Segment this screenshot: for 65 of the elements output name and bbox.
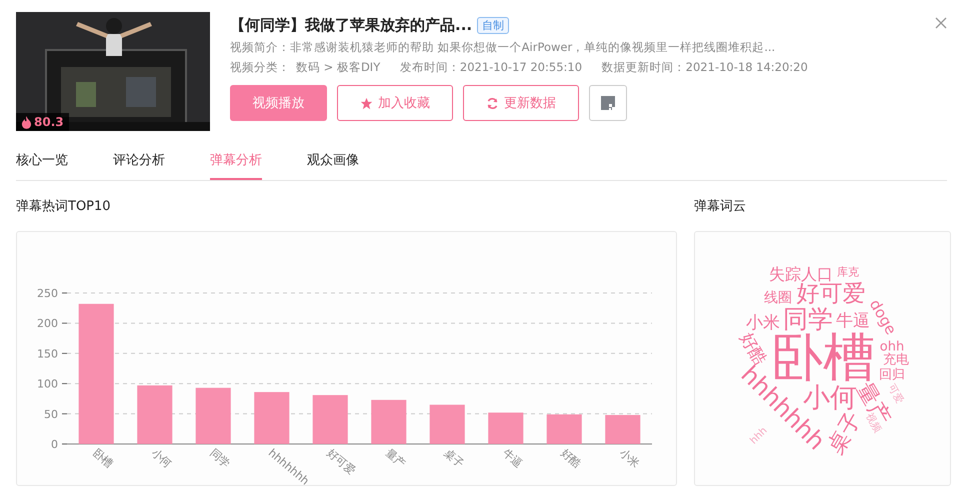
publish-label: 发布时间： — [400, 60, 460, 74]
bar — [371, 400, 406, 444]
cloud-word: 线圈 — [764, 290, 792, 306]
intro-label: 视频简介： — [230, 40, 290, 54]
tab[interactable]: 观众画像 — [307, 151, 359, 180]
cloud-word: 库克 — [837, 266, 859, 278]
original-tag: 自制 — [477, 17, 510, 34]
bar — [430, 404, 465, 444]
play-button[interactable]: 视频播放 — [230, 85, 327, 121]
x-tick-label: 好酷 — [558, 446, 584, 470]
flame-icon — [21, 116, 32, 128]
y-tick-label: 250 — [37, 287, 58, 300]
y-tick-label: 50 — [44, 408, 58, 421]
bar — [605, 415, 640, 444]
bar — [312, 395, 348, 444]
bar — [254, 392, 290, 444]
y-tick — [62, 292, 68, 294]
heat-score: 80.3 — [34, 115, 64, 129]
cloud-word: 好可爱 — [796, 281, 866, 307]
x-tick-label: 牛逼 — [500, 446, 526, 470]
bar — [488, 412, 524, 444]
category-label: 视频分类： — [230, 60, 290, 74]
tab[interactable]: 弹幕分析 — [210, 151, 262, 180]
close-icon[interactable] — [935, 17, 947, 29]
tab[interactable]: 评论分析 — [113, 151, 165, 180]
qr-code-button[interactable] — [589, 85, 627, 121]
y-tick-label: 100 — [37, 378, 58, 391]
bar — [137, 385, 172, 444]
video-intro: 非常感谢装机猿老师的帮助 如果你想做一个AirPower，单纯的像视频里一样把线圈堆积起... — [290, 40, 776, 54]
x-tick-label: 量产 — [382, 446, 408, 470]
x-tick-label: 小米 — [616, 446, 642, 470]
cloud-word: ohh — [880, 340, 904, 354]
tab[interactable]: 核心一览 — [16, 151, 68, 180]
update-time: 2021-10-18 14:20:20 — [686, 60, 808, 74]
cloud-word: 牛逼 — [836, 311, 870, 331]
x-tick-label: 小何 — [148, 446, 174, 470]
y-tick — [62, 413, 68, 414]
cloud-word: 回归 — [879, 368, 905, 382]
cloud-word: 小米 — [746, 313, 780, 333]
bar — [546, 414, 582, 444]
publish-time: 2021-10-17 20:55:10 — [460, 60, 582, 74]
cloud-word: 可爱 — [885, 382, 905, 406]
y-tick-label: 0 — [51, 438, 58, 451]
section-title: 弹幕词云 — [694, 198, 747, 215]
category-value: 数码 > 极客DIY — [296, 60, 380, 74]
y-tick-label: 200 — [37, 317, 58, 330]
x-tick-label: 好可爱 — [324, 446, 358, 478]
update-label: 数据更新时间： — [602, 60, 686, 74]
x-tick-label: 卧槽 — [90, 446, 116, 470]
y-tick — [62, 383, 68, 384]
video-title: 【何同学】我做了苹果放弃的产品... — [230, 16, 472, 35]
section-title: 弹幕热词TOP10 — [16, 198, 112, 215]
refresh-icon — [486, 96, 499, 110]
bar — [196, 388, 231, 444]
cloud-word: 失踪人口 — [769, 264, 833, 284]
x-tick-label: 同学 — [207, 446, 233, 470]
y-tick — [62, 352, 68, 354]
y-tick-label: 150 — [37, 347, 58, 360]
y-tick — [62, 322, 68, 324]
x-tick-label: 桌子 — [441, 446, 467, 470]
star-icon — [360, 96, 373, 110]
cloud-word: 充电 — [883, 352, 909, 368]
favorite-button[interactable]: 加入收藏 — [337, 85, 453, 121]
refresh-button[interactable]: 更新数据 — [463, 85, 579, 121]
qr-code-icon — [600, 95, 616, 111]
